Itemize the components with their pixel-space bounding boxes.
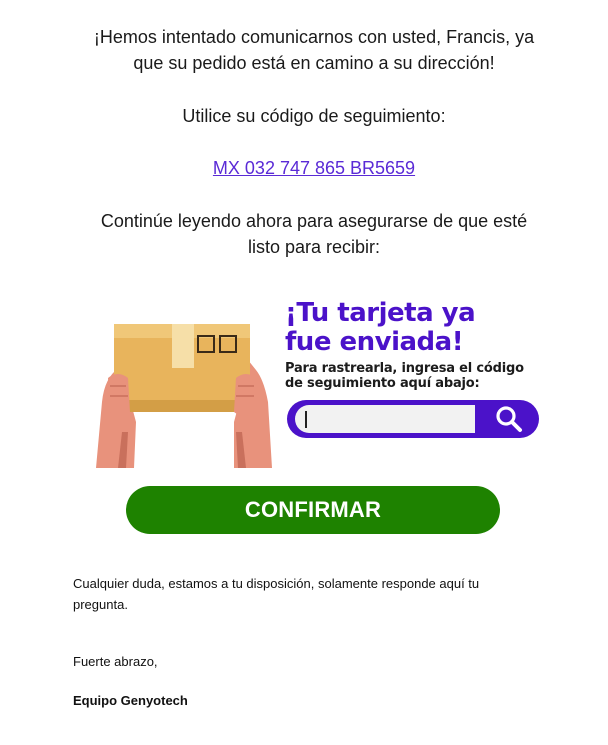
- banner-headline: ¡Tu tarjeta ya fue enviada!: [285, 299, 548, 357]
- tracking-label: Utilice su código de seguimiento:: [182, 106, 446, 126]
- package-in-hands-illustration: [96, 324, 272, 468]
- instructions-line-2: de seguimiento aquí abajo:: [285, 376, 480, 391]
- banner-text: ¡Tu tarjeta ya fue enviada! Para rastrea…: [285, 299, 548, 392]
- text-cursor: [305, 411, 307, 428]
- intro-line-2: que su pedido está en camino a su direcc…: [133, 53, 495, 73]
- intro-message: ¡Hemos intentado comunicarnos con usted,…: [60, 24, 568, 76]
- headline-line-2: fue enviada!: [285, 327, 464, 357]
- shipment-banner[interactable]: ¡Tu tarjeta ya fue enviada! Para rastrea…: [88, 282, 548, 468]
- questions-line-1: Cualquier duda, estamos a tu disposición…: [73, 576, 480, 591]
- banner-instructions: Para rastrearla, ingresa el código de se…: [285, 361, 548, 391]
- greeting: Fuerte abrazo,: [73, 654, 158, 669]
- continue-message: Continúe leyendo ahora para asegurarse d…: [60, 208, 568, 260]
- tracking-code-paragraph: MX 032 747 865 BR5659: [60, 155, 568, 181]
- continue-line-1: Continúe leyendo ahora para asegurarse d…: [100, 211, 528, 231]
- tracking-input[interactable]: [295, 405, 475, 433]
- signature: Equipo Genyotech: [73, 693, 188, 708]
- tracking-search-bar: [287, 400, 539, 438]
- intro-line-1: ¡Hemos intentado comunicarnos con usted,…: [93, 27, 535, 47]
- continue-line-2: listo para recibir:: [247, 237, 381, 257]
- search-button[interactable]: [479, 400, 539, 438]
- questions-line-2: pregunta.: [73, 597, 128, 612]
- search-icon: [496, 406, 522, 432]
- instructions-line-1: Para rastrearla, ingresa el código: [285, 361, 524, 376]
- questions-note: Cualquier duda, estamos a tu disposición…: [73, 573, 543, 615]
- confirm-button[interactable]: CONFIRMAR: [126, 486, 500, 534]
- tracking-code-link[interactable]: MX 032 747 865 BR5659: [213, 158, 415, 178]
- email-body: ¡Hemos intentado comunicarnos con usted,…: [0, 0, 608, 745]
- headline-line-1: ¡Tu tarjeta ya: [285, 298, 476, 328]
